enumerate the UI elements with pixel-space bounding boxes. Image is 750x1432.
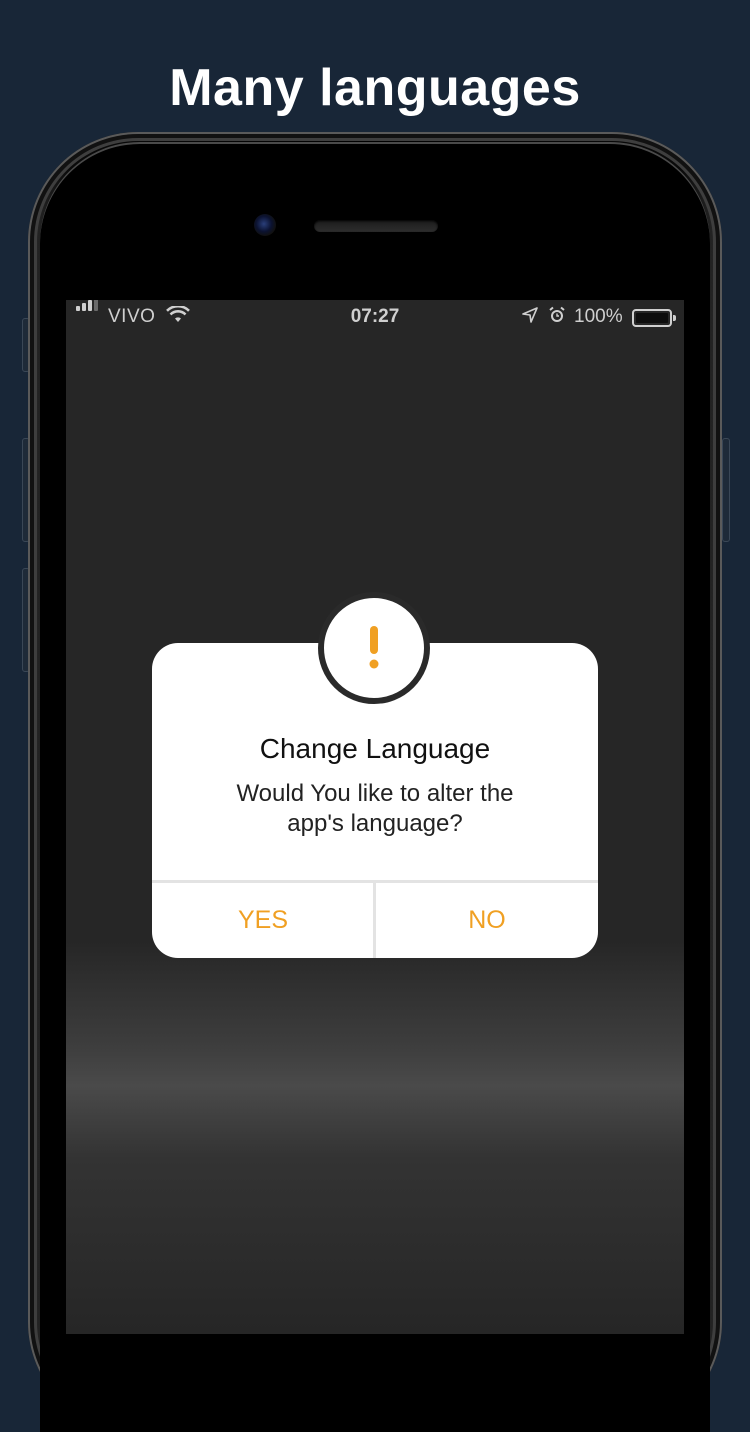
- dialog-title: Change Language: [259, 733, 491, 764]
- no-button[interactable]: NO: [376, 883, 598, 958]
- phone-screen: VIVO 07:27 100% Change Language Would Yo…: [66, 300, 684, 1334]
- battery-percentage: 100%: [574, 306, 623, 327]
- yes-button[interactable]: YES: [152, 883, 374, 958]
- alarm-clock-icon: [548, 306, 566, 330]
- front-camera: [254, 214, 276, 236]
- battery-icon: [632, 309, 676, 327]
- alert-badge: [318, 592, 430, 704]
- earpiece-speaker: [314, 220, 438, 232]
- dialog-message: Would You like to alter the app's langua…: [236, 780, 514, 837]
- location-arrow-icon: [522, 307, 538, 329]
- promo-headline: Many languages: [169, 59, 581, 117]
- status-bar: VIVO 07:27 100%: [66, 300, 684, 334]
- exclamation-icon: [324, 598, 424, 698]
- power-button: [722, 438, 730, 542]
